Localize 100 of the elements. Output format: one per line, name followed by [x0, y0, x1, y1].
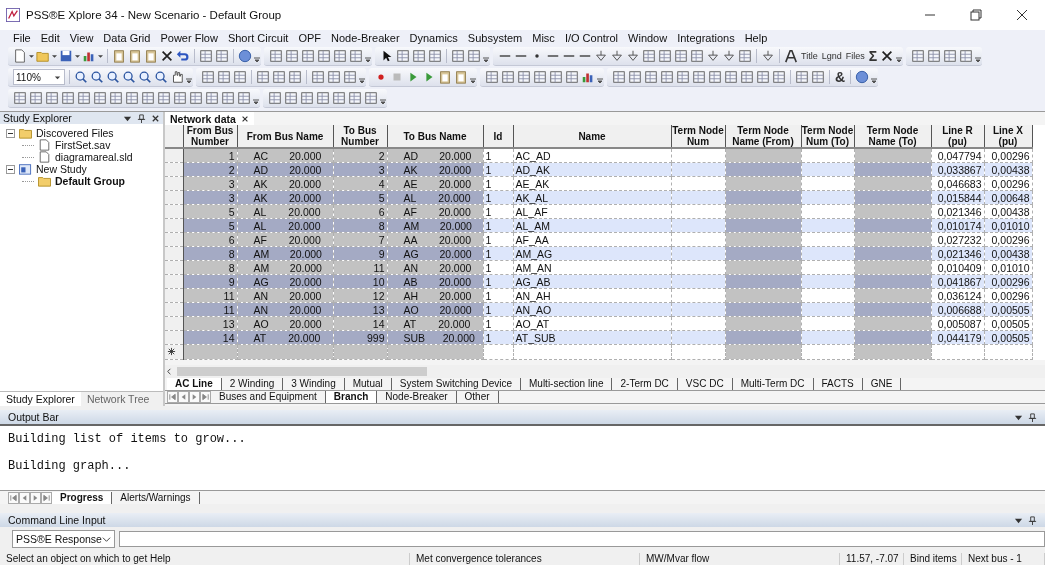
grid-icon[interactable] — [199, 49, 213, 63]
scrollbar[interactable] — [177, 367, 427, 376]
grid-icon[interactable] — [285, 49, 299, 63]
previous-icon[interactable] — [178, 391, 189, 403]
sheet-tab[interactable]: 2 Winding — [221, 378, 284, 390]
column-header[interactable]: To Bus Number — [333, 125, 387, 148]
row-header[interactable] — [165, 288, 183, 303]
grid-icon[interactable] — [311, 70, 325, 84]
ground-icon[interactable] — [610, 49, 624, 63]
zoom-icon[interactable] — [106, 70, 120, 84]
grid-icon[interactable] — [189, 91, 203, 105]
sheet-tab[interactable]: Buses and Equipment — [211, 391, 326, 403]
new-row-icon[interactable] — [165, 344, 183, 360]
last-page-icon[interactable] — [200, 391, 211, 403]
row-header[interactable] — [165, 316, 183, 331]
pin-icon[interactable] — [1028, 412, 1037, 422]
grid-icon[interactable] — [428, 49, 442, 63]
sheet-tab[interactable]: System Switching Device — [391, 378, 521, 390]
grid-icon[interactable] — [738, 49, 752, 63]
grid-icon[interactable] — [29, 91, 43, 105]
ground-icon[interactable] — [594, 49, 608, 63]
grid-icon[interactable] — [13, 91, 27, 105]
column-header[interactable]: From Bus Number — [183, 125, 237, 148]
ground-icon[interactable] — [722, 49, 736, 63]
grid-icon[interactable] — [349, 49, 363, 63]
zoom-icon[interactable] — [122, 70, 136, 84]
grid-icon[interactable] — [233, 70, 247, 84]
grid-icon[interactable] — [272, 70, 286, 84]
grid-icon[interactable] — [676, 70, 690, 84]
grid-icon[interactable] — [221, 91, 235, 105]
grid-icon[interactable] — [173, 91, 187, 105]
zoom-icon[interactable] — [74, 70, 88, 84]
sheet-tab[interactable]: 3 Winding — [283, 378, 345, 390]
grid-icon[interactable] — [658, 49, 672, 63]
grid-icon[interactable] — [412, 49, 426, 63]
grid-icon[interactable] — [811, 70, 825, 84]
undo-icon[interactable] — [176, 49, 190, 63]
sheet-tab[interactable]: Multi-Term DC — [732, 378, 814, 390]
grid-icon[interactable] — [724, 70, 738, 84]
command-input[interactable] — [119, 531, 1045, 547]
grid-icon[interactable] — [911, 49, 926, 63]
mode-dropdown[interactable]: PSS®E Response — [12, 530, 115, 548]
sheet-tab[interactable]: FACTS — [813, 378, 863, 390]
sheet-tab[interactable]: Other — [456, 391, 499, 403]
font-icon[interactable] — [784, 49, 798, 63]
toolbar-button[interactable]: & — [834, 69, 847, 85]
grid-icon[interactable] — [93, 91, 107, 105]
row-header[interactable] — [165, 190, 183, 205]
grid-icon[interactable] — [644, 70, 658, 84]
grid-icon[interactable] — [348, 91, 362, 105]
ground-icon[interactable] — [706, 49, 720, 63]
tree-item[interactable]: diagramareal.sld — [55, 151, 133, 163]
sheet-tab[interactable]: AC Line — [167, 378, 222, 390]
grid-icon[interactable] — [943, 49, 958, 63]
cross-icon[interactable] — [160, 49, 174, 63]
grid-icon[interactable] — [756, 70, 770, 84]
collapse-icon[interactable] — [6, 164, 15, 174]
zoom-icon[interactable] — [138, 70, 152, 84]
grid-icon[interactable] — [157, 91, 171, 105]
grid-icon[interactable] — [333, 49, 347, 63]
toolbar-button[interactable]: Files — [844, 51, 866, 61]
panel-tab[interactable]: Study Explorer — [0, 392, 81, 406]
row-header[interactable] — [165, 246, 183, 261]
grid-icon[interactable] — [77, 91, 91, 105]
grid-icon[interactable] — [708, 70, 722, 84]
sheet-tab[interactable]: VSC DC — [677, 378, 733, 390]
grid-icon[interactable] — [660, 70, 674, 84]
grid-icon[interactable] — [300, 91, 314, 105]
menu-item[interactable]: Misc — [527, 32, 560, 44]
zoom-combo[interactable]: 110% — [13, 69, 65, 85]
column-header[interactable]: Term Node Name (From) — [725, 125, 801, 148]
menu-item[interactable]: I/O Control — [559, 32, 624, 44]
grid-icon[interactable] — [45, 91, 59, 105]
grid-icon[interactable] — [201, 70, 215, 84]
row-header[interactable] — [165, 162, 183, 177]
tree-item[interactable]: Discovered Files — [36, 127, 114, 139]
row-header[interactable] — [165, 260, 183, 275]
column-header[interactable]: Line R (pu) — [931, 125, 984, 148]
document-tab[interactable]: Network data — [165, 112, 254, 125]
grid-icon[interactable] — [612, 70, 626, 84]
column-header[interactable]: To Bus Name — [387, 125, 483, 148]
clipboard-icon[interactable] — [144, 49, 158, 63]
grid-icon[interactable] — [364, 91, 378, 105]
last-page-icon[interactable] — [41, 491, 52, 504]
row-header[interactable] — [165, 176, 183, 191]
next-icon[interactable] — [189, 391, 200, 403]
folder-icon[interactable] — [36, 49, 50, 63]
sheet-tab[interactable]: Branch — [325, 391, 378, 403]
grid-icon[interactable] — [628, 70, 642, 84]
grid-icon[interactable] — [332, 91, 346, 105]
grid-icon[interactable] — [316, 91, 330, 105]
grid-icon[interactable] — [61, 91, 75, 105]
column-header[interactable]: From Bus Name — [237, 125, 333, 148]
ground-icon[interactable] — [761, 49, 775, 63]
grid-icon[interactable] — [317, 49, 331, 63]
grid-icon[interactable] — [959, 49, 974, 63]
clipboard-icon[interactable] — [112, 49, 126, 63]
clipboard-icon[interactable] — [454, 70, 468, 84]
zoom-icon[interactable] — [154, 70, 168, 84]
grid-icon[interactable] — [533, 70, 547, 84]
